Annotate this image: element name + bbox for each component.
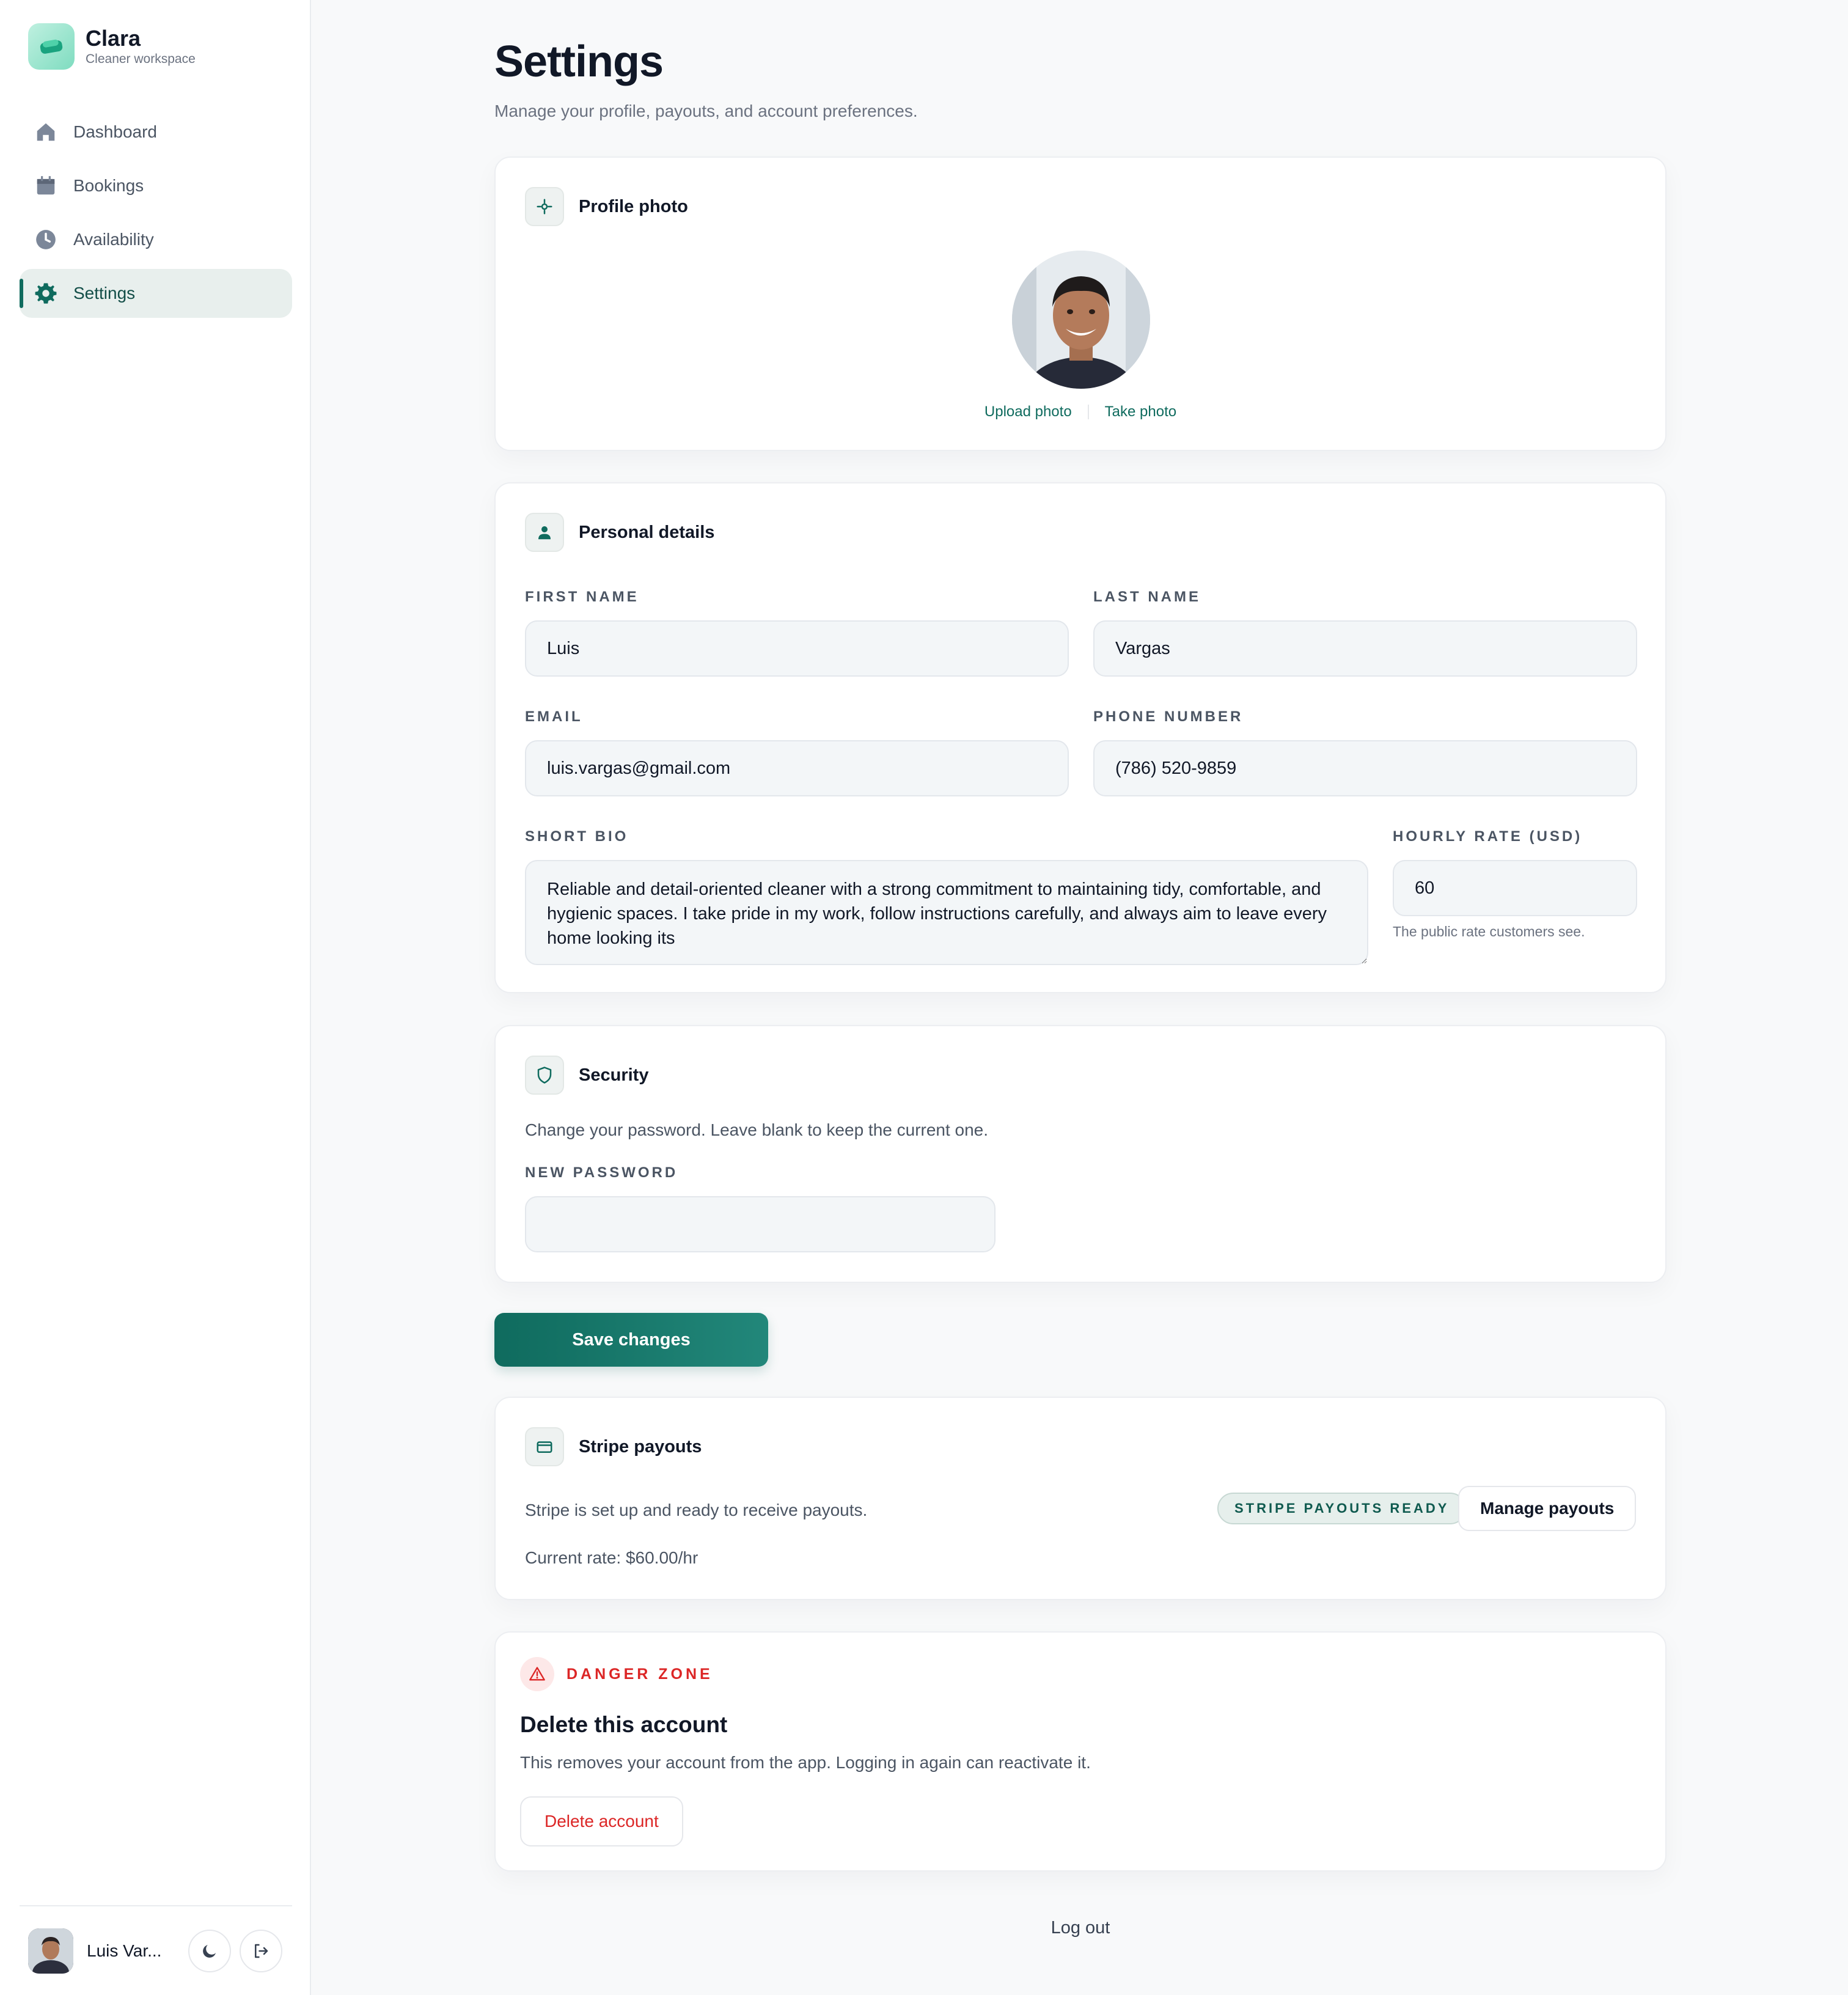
calendar-icon [37, 176, 55, 195]
logout-icon-button[interactable] [240, 1929, 282, 1972]
logout-link[interactable]: Log out [494, 1918, 1667, 1938]
clock-icon [36, 230, 56, 249]
sidebar-item-availability[interactable]: Availability [20, 215, 292, 264]
first-name-label: First name [525, 589, 639, 605]
upload-photo-button[interactable]: Upload photo [985, 403, 1072, 421]
card-title: Profile photo [579, 196, 688, 216]
brand-logo-icon [28, 23, 75, 70]
phone-label: Phone number [1093, 708, 1244, 725]
sidebar-item-dashboard[interactable]: Dashboard [20, 108, 292, 156]
sidebar-item-label: Availability [73, 230, 154, 249]
app: Clara Cleaner workspace Dashboard Bookin… [0, 0, 1848, 1995]
brand-name: Clara [86, 26, 141, 51]
sidebar-item-label: Bookings [73, 176, 144, 195]
hourly-rate-hint: The public rate customers see. [1393, 924, 1585, 939]
card-title: Personal details [579, 522, 715, 542]
stripe-status-text: Stripe is set up and ready to receive pa… [525, 1501, 868, 1519]
take-photo-button[interactable]: Take photo [1105, 403, 1176, 421]
security-description: Change your password. Leave blank to kee… [525, 1120, 989, 1139]
avatar[interactable] [28, 1928, 73, 1974]
current-rate-text: Current rate: $60.00/hr [525, 1548, 698, 1567]
sidebar: Clara Cleaner workspace Dashboard Bookin… [0, 0, 311, 1995]
sidebar-item-settings[interactable]: Settings [20, 269, 292, 318]
email-field[interactable] [525, 740, 1069, 796]
gear-icon [35, 283, 57, 304]
new-password-field[interactable] [525, 1196, 996, 1252]
person-icon [525, 513, 564, 552]
first-name-field[interactable] [525, 620, 1069, 677]
danger-zone-label: DANGER ZONE [566, 1665, 713, 1683]
user-name: Luis Var... [87, 1941, 162, 1960]
sidebar-item-label: Settings [73, 284, 136, 303]
page-subtitle: Manage your profile, payouts, and accoun… [494, 101, 918, 120]
security-card: Security Change your password. Leave bla… [494, 1025, 1667, 1283]
status-badge: STRIPE PAYOUTS READY [1217, 1493, 1467, 1524]
danger-description: This removes your account from the app. … [520, 1753, 1091, 1772]
credit-card-icon [525, 1427, 564, 1466]
danger-zone-card: DANGER ZONE Delete this account This rem… [494, 1631, 1667, 1872]
card-title: Stripe payouts [579, 1436, 702, 1457]
stripe-payouts-card: Stripe payouts Stripe is set up and read… [494, 1397, 1667, 1600]
last-name-label: Last name [1093, 589, 1201, 605]
delete-account-button[interactable]: Delete account [520, 1796, 683, 1846]
warning-triangle-icon [520, 1657, 554, 1691]
phone-field[interactable] [1093, 740, 1637, 796]
manage-payouts-button[interactable]: Manage payouts [1458, 1486, 1637, 1531]
bio-label: Short bio [525, 828, 629, 845]
profile-avatar [1012, 251, 1150, 389]
brand[interactable]: Clara Cleaner workspace [28, 23, 196, 70]
bio-textarea[interactable]: Reliable and detail-oriented cleaner wit… [525, 860, 1368, 965]
shield-icon [525, 1056, 564, 1095]
page-title: Settings [494, 37, 664, 86]
new-password-label: New password [525, 1164, 678, 1181]
hourly-rate-label: Hourly rate (USD) [1393, 828, 1583, 845]
sidebar-item-label: Dashboard [73, 122, 157, 141]
profile-photo-card: Profile photo Upload photo Take photo [494, 156, 1667, 451]
home-icon [37, 123, 55, 141]
logout-icon [255, 1944, 268, 1958]
moon-icon [203, 1944, 216, 1958]
sidebar-item-bookings[interactable]: Bookings [20, 161, 292, 210]
last-name-field[interactable] [1093, 620, 1637, 677]
save-button[interactable]: Save changes [494, 1313, 768, 1367]
sidebar-footer: Luis Var... [20, 1905, 292, 1995]
divider [1087, 405, 1089, 419]
personal-details-card: Personal details First name Last name Em… [494, 482, 1667, 993]
hourly-rate-field[interactable] [1393, 860, 1637, 916]
target-icon [525, 187, 564, 226]
card-title: Security [579, 1065, 649, 1085]
theme-toggle-button[interactable] [188, 1929, 231, 1972]
email-label: Email [525, 708, 583, 725]
brand-subtitle: Cleaner workspace [86, 52, 196, 66]
danger-title: Delete this account [520, 1712, 728, 1737]
sidebar-nav: Dashboard Bookings Availability Settings [20, 108, 292, 323]
